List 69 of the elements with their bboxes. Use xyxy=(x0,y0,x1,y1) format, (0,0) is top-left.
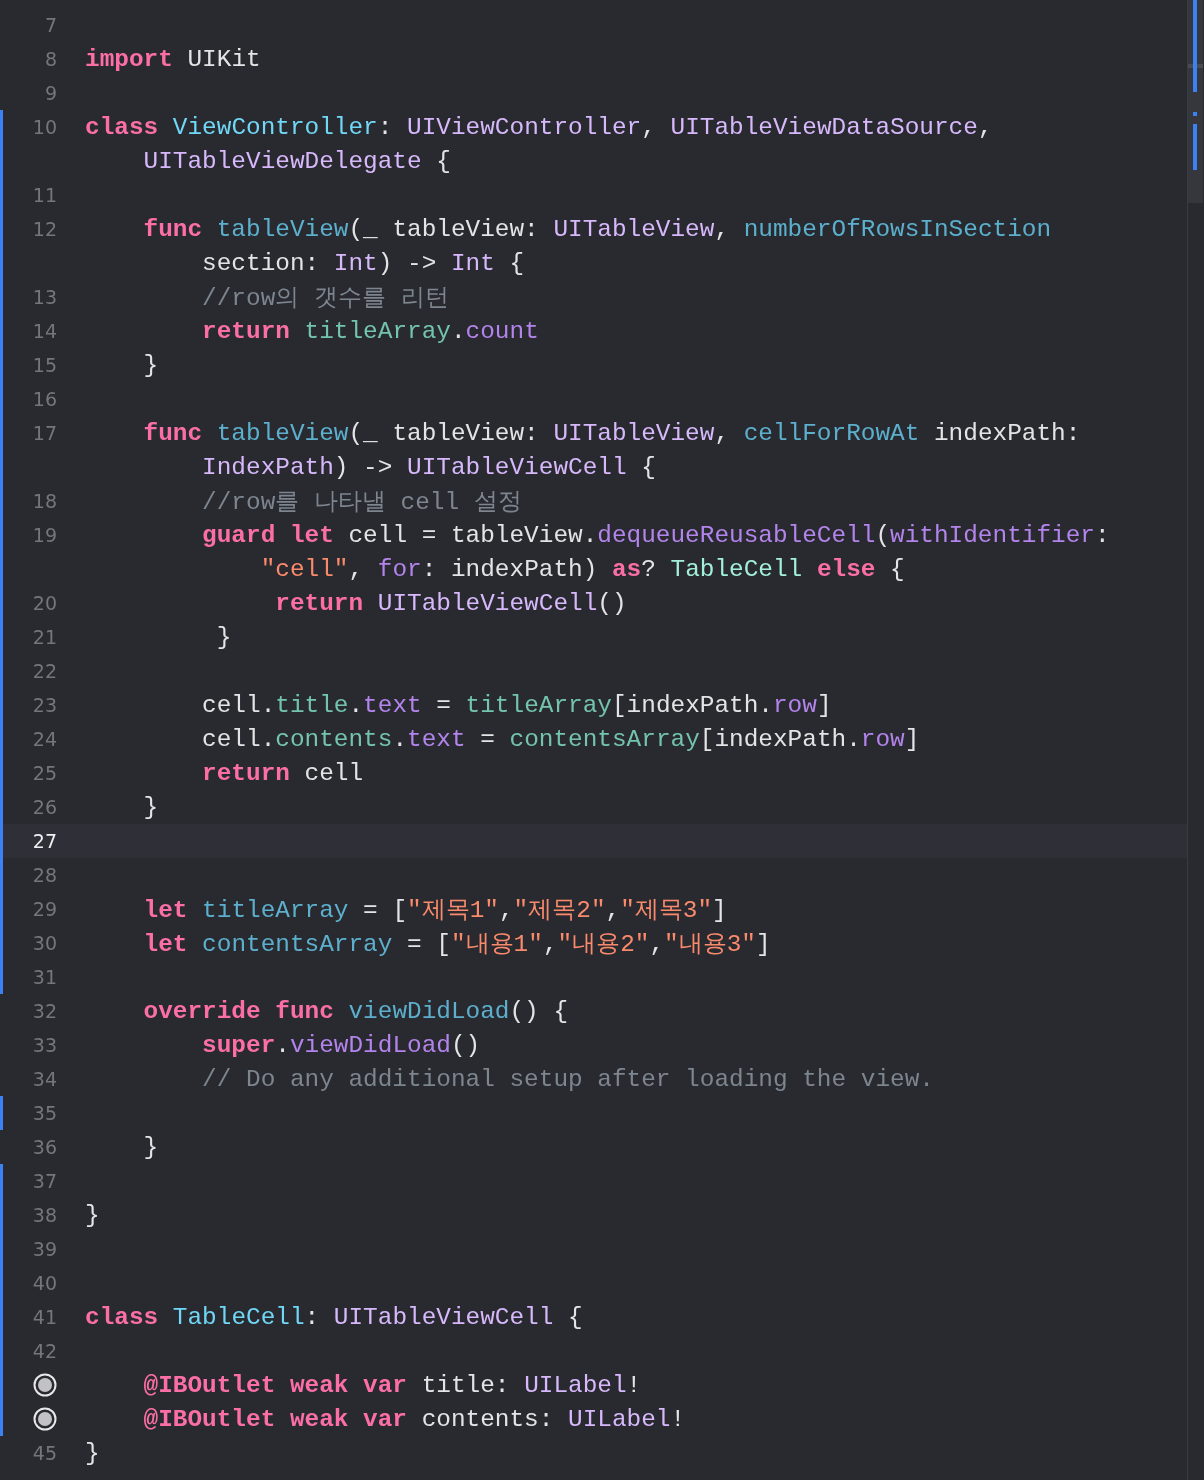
line-number: 33 xyxy=(32,1034,57,1056)
line-number: 26 xyxy=(32,796,57,818)
line-number: 13 xyxy=(32,286,57,308)
line-number: 14 xyxy=(32,320,57,342)
line-number: 21 xyxy=(32,626,57,648)
line-number: 40 xyxy=(32,1272,57,1294)
code-line: return cell xyxy=(201,759,364,787)
line-number: 42 xyxy=(32,1340,57,1362)
line-number: 10 xyxy=(32,116,57,138)
code-line: super.viewDidLoad() xyxy=(201,1031,481,1059)
code-line: } xyxy=(142,351,159,379)
line-number: 17 xyxy=(32,422,57,444)
code-line: } xyxy=(85,1201,100,1229)
code-line: func tableView(_ tableView: UITableView, cellForRowAt indexPath: xyxy=(142,419,1081,447)
code-line: @IBOutlet weak var title: UILabel! xyxy=(142,1371,642,1399)
line-number: 8 xyxy=(44,48,57,70)
code-line: IndexPath) -> UITableViewCell { xyxy=(201,453,656,481)
line-number: 31 xyxy=(32,966,57,988)
code-line: } xyxy=(215,623,232,651)
outlet-connection-icon xyxy=(33,1373,57,1397)
code-line: let titleArray = ["제목1","제목2","제목3"] xyxy=(142,896,727,925)
code-line: //row를 나타낼 cell 설정 xyxy=(201,488,522,517)
line-number: 7 xyxy=(44,14,57,36)
code-line: } xyxy=(142,1133,159,1161)
line-number: 9 xyxy=(44,82,57,104)
code-line: override func viewDidLoad() { xyxy=(142,997,569,1025)
code-line: cell.title.text = titleArray[indexPath.row] xyxy=(201,691,832,719)
line-number: 25 xyxy=(32,762,57,784)
line-number: 28 xyxy=(32,864,57,886)
line-number: 45 xyxy=(32,1442,57,1464)
line-number: 35 xyxy=(32,1102,57,1124)
code-line: class TableCell: UITableViewCell { xyxy=(85,1303,583,1331)
line-number: 22 xyxy=(32,660,57,682)
outlet-connection-icon xyxy=(33,1407,57,1431)
line-number: 19 xyxy=(32,524,57,546)
line-number: 29 xyxy=(32,898,57,920)
line-number: 32 xyxy=(32,1000,57,1022)
code-line: func tableView(_ tableView: UITableView, numberOfRowsInSection xyxy=(142,215,1052,243)
code-line: import UIKit xyxy=(85,45,261,73)
line-number: 20 xyxy=(32,592,57,614)
line-number: 12 xyxy=(32,218,57,240)
code-line: guard let cell = tableView.dequeueReusableCell(withIdentifier: xyxy=(201,521,1110,549)
line-number: 16 xyxy=(32,388,57,410)
line-number: 39 xyxy=(32,1238,57,1260)
line-number: 34 xyxy=(32,1068,57,1090)
line-number: 18 xyxy=(32,490,57,512)
code-line: "cell", for: indexPath) as? TableCell else { xyxy=(259,555,905,583)
code-line: } xyxy=(142,793,159,821)
code-line: // Do any additional setup after loading the view. xyxy=(201,1065,934,1093)
code-line: @IBOutlet weak var contents: UILabel! xyxy=(142,1405,686,1433)
line-number: 36 xyxy=(32,1136,57,1158)
code-line: } xyxy=(85,1439,100,1467)
line-number: 27 xyxy=(32,830,57,852)
line-number: 11 xyxy=(32,184,57,206)
line-number: 23 xyxy=(32,694,57,716)
code-line: //row의 갯수를 리턴 xyxy=(201,284,449,313)
code-line: return titleArray.count xyxy=(201,317,539,345)
line-number: 37 xyxy=(32,1170,57,1192)
line-number: 38 xyxy=(32,1204,57,1226)
code-line: class ViewController: UIViewController, UITableViewDataSource, xyxy=(85,113,993,141)
code-line: UITableViewDelegate { xyxy=(142,147,451,175)
line-number: 41 xyxy=(32,1306,57,1328)
code-line: section: Int) -> Int { xyxy=(201,249,525,277)
code-line: let contentsArray = ["내용1","내용2","내용3"] xyxy=(142,930,771,959)
line-number: 15 xyxy=(32,354,57,376)
line-number: 30 xyxy=(32,932,57,954)
code-line: return UITableViewCell() xyxy=(274,589,627,617)
code-line: cell.contents.text = contentsArray[indexPath.row] xyxy=(201,725,920,753)
line-number: 24 xyxy=(32,728,57,750)
